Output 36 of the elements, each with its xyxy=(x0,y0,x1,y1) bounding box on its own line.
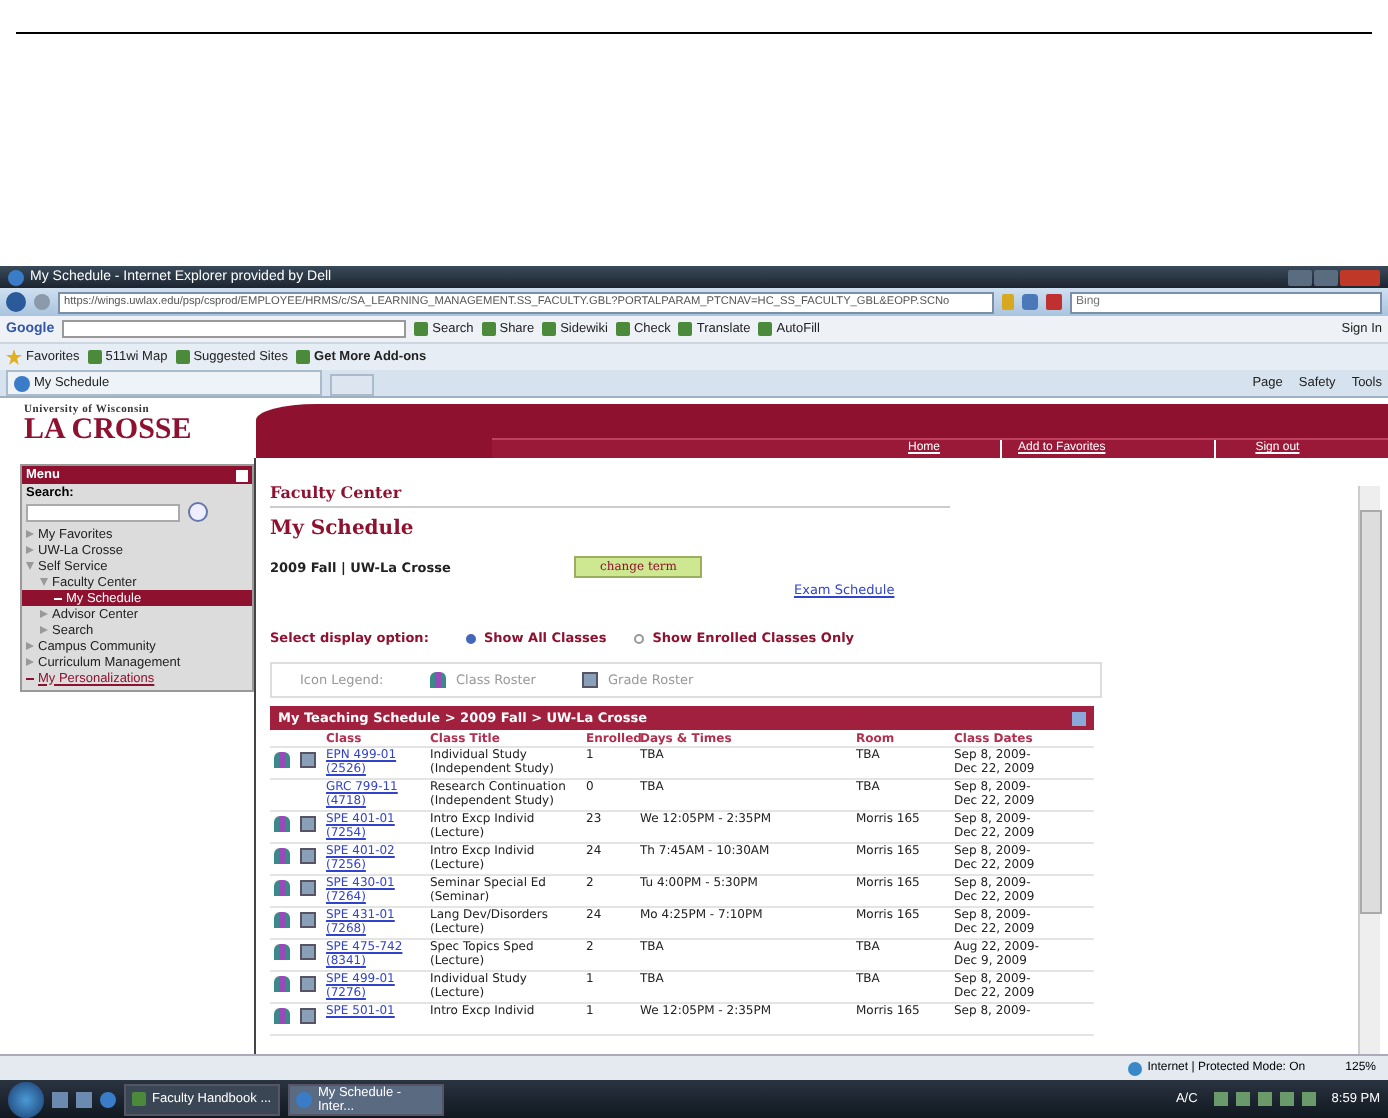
toolbar-icon xyxy=(542,322,557,336)
section-title: Faculty Center xyxy=(270,482,950,508)
page-icon xyxy=(87,350,102,364)
search-go-button[interactable] xyxy=(188,502,208,522)
spreadsheet-icon[interactable] xyxy=(1072,711,1086,725)
refresh-button[interactable] xyxy=(1022,294,1038,310)
toolbar-icon xyxy=(615,322,630,336)
scrollbar[interactable] xyxy=(1358,486,1380,1054)
google-search-field[interactable] xyxy=(62,320,407,338)
collapse-button[interactable] xyxy=(236,469,248,481)
logo-title: LA CROSSE xyxy=(24,416,194,444)
forward-button[interactable] xyxy=(34,294,50,310)
toolbar-icon xyxy=(414,322,429,336)
page-heading: My Schedule xyxy=(270,518,416,540)
back-button[interactable] xyxy=(6,292,26,312)
menu-search-field[interactable] xyxy=(26,503,180,521)
minimize-button[interactable] xyxy=(1288,269,1312,285)
browser-logo-icon xyxy=(8,269,24,285)
people-icon xyxy=(430,672,446,688)
maximize-button[interactable] xyxy=(1314,269,1338,285)
scrollbar-thumb[interactable] xyxy=(1360,510,1382,914)
window-icon xyxy=(296,1091,312,1107)
window-icon xyxy=(132,1092,146,1106)
toolbar-icon xyxy=(481,322,496,336)
page-icon xyxy=(175,350,190,364)
browser-logo-icon[interactable] xyxy=(100,1091,116,1107)
page-icon xyxy=(14,375,30,391)
grade-sheet-icon xyxy=(581,672,598,688)
toolbar-icon xyxy=(678,322,693,336)
globe-icon xyxy=(1127,1061,1142,1075)
start-button[interactable] xyxy=(8,1081,44,1117)
grade-sheet-icon[interactable] xyxy=(300,752,316,768)
page-icon xyxy=(296,350,311,364)
toolbar-icon xyxy=(758,322,773,336)
lock-icon xyxy=(1002,294,1014,310)
people-icon[interactable] xyxy=(274,752,290,768)
